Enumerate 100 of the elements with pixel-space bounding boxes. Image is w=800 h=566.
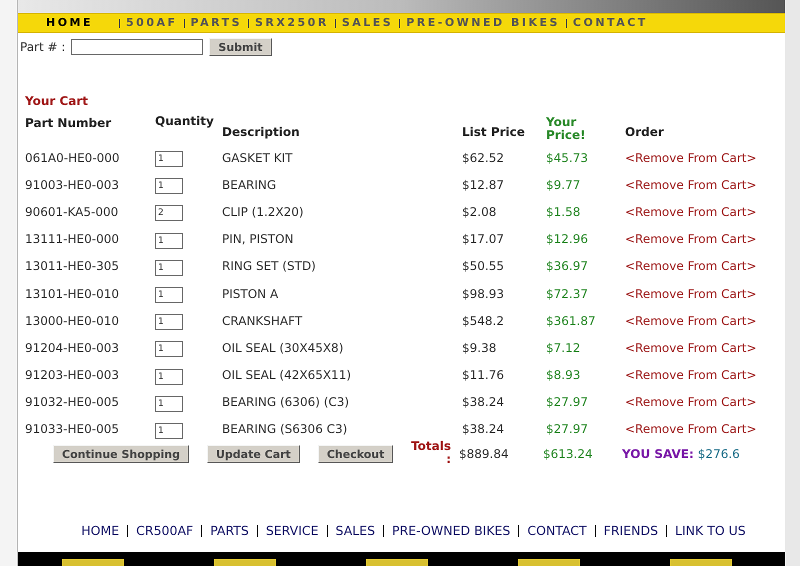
column-header: Part Number xyxy=(25,115,112,132)
part-number-cell-text: 91204-HE0-003 xyxy=(25,340,120,357)
remove-link[interactable]: <Remove From Cart> xyxy=(625,420,757,438)
quantity-field[interactable]: 1 xyxy=(155,178,183,194)
your-price-cell-text: $9.77 xyxy=(546,176,582,194)
list-price-cell-text: $11.76 xyxy=(462,367,505,384)
footer-link[interactable]: SALES xyxy=(336,522,376,541)
footer-link[interactable]: HOME xyxy=(81,522,120,541)
quantity-field[interactable]: 1 xyxy=(155,422,183,439)
list-price-cell-text: $548.2 xyxy=(462,312,505,330)
list-price-cell-text: $98.93 xyxy=(462,286,505,303)
quantity-field[interactable]: 1 xyxy=(155,396,183,412)
list-price-cell-text: $38.24 xyxy=(462,421,505,438)
totals-label: Totals : xyxy=(410,440,452,466)
your-price-cell-text: $72.37 xyxy=(546,286,589,303)
nav-link[interactable]: SALES xyxy=(342,14,394,32)
list-price-cell-text: $50.55 xyxy=(462,258,505,276)
description-cell-text: CLIP (1.2X20) xyxy=(222,204,305,221)
remove-link[interactable]: <Remove From Cart> xyxy=(625,148,757,167)
description-cell-text: PISTON A xyxy=(222,286,280,303)
part-number-cell-text: 91033-HE0-005 xyxy=(25,421,120,438)
footer-link[interactable]: LINK TO US xyxy=(675,522,746,541)
list-price-cell-text: $9.38 xyxy=(462,340,498,357)
description-cell-text: BEARING (6306) (C3) xyxy=(222,394,350,412)
part-number-cell-text: 13101-HE0-010 xyxy=(25,286,120,303)
your-price-cell-text: $8.93 xyxy=(546,367,582,384)
cart-button[interactable]: Checkout xyxy=(318,445,394,464)
your-price-cell-text: $1.58 xyxy=(546,204,582,221)
photo-placeholder xyxy=(670,559,732,566)
description-cell-text: RING SET (STD) xyxy=(222,258,317,276)
part-number-cell-text: 90601-KA5-000 xyxy=(25,204,120,221)
footer-link[interactable]: SERVICE xyxy=(266,522,319,541)
footer-link[interactable]: PARTS xyxy=(210,522,249,541)
column-header: Order xyxy=(625,124,664,141)
remove-link[interactable]: <Remove From Cart> xyxy=(625,176,757,194)
footer-link[interactable]: PRE-OWNED BIKES xyxy=(392,522,510,541)
part-number-cell-text: 13000-HE0-010 xyxy=(25,312,120,330)
remove-link[interactable]: <Remove From Cart> xyxy=(625,230,757,248)
quantity-field[interactable]: 1 xyxy=(155,341,183,358)
your-price-cell-text: $45.73 xyxy=(546,150,589,167)
cart-button[interactable]: Continue Shopping xyxy=(53,445,189,464)
quantity-field[interactable]: 1 xyxy=(155,314,183,330)
list-price-cell-text: $17.07 xyxy=(462,231,505,248)
nav-link[interactable]: HOME xyxy=(46,14,94,32)
savings-label: YOU SAVE: xyxy=(622,446,694,464)
footer-link[interactable]: FRIENDS xyxy=(604,522,658,541)
remove-link[interactable]: <Remove From Cart> xyxy=(625,393,757,412)
submit-button[interactable]: Submit xyxy=(209,38,272,56)
list-price-total: $889.84 xyxy=(459,446,510,464)
part-number-cell-text: 061A0-HE0-000 xyxy=(25,150,121,167)
photo-placeholder xyxy=(518,559,580,566)
list-price-cell-text: $2.08 xyxy=(462,204,498,221)
quantity-field[interactable]: 1 xyxy=(155,368,183,385)
nav-link[interactable]: PARTS xyxy=(190,14,242,32)
description-cell-text: PIN, PISTON xyxy=(222,231,295,248)
nav-link[interactable]: CONTACT xyxy=(572,14,648,32)
remove-link[interactable]: <Remove From Cart> xyxy=(625,366,757,384)
list-price-cell-text: $62.52 xyxy=(462,150,505,167)
cart-title: Your Cart xyxy=(25,93,90,110)
part-number-field[interactable] xyxy=(71,39,204,55)
remove-link[interactable]: <Remove From Cart> xyxy=(625,284,757,303)
nav-link[interactable]: 500AF xyxy=(126,14,178,32)
column-header: Quantity xyxy=(155,113,215,130)
cart-button[interactable]: Update Cart xyxy=(206,445,300,464)
description-cell-text: BEARING xyxy=(222,176,278,194)
remove-link[interactable]: <Remove From Cart> xyxy=(625,202,757,221)
remove-link[interactable]: <Remove From Cart> xyxy=(625,338,757,357)
your-price-cell-text: $36.97 xyxy=(546,258,589,276)
remove-link[interactable]: <Remove From Cart> xyxy=(625,257,757,276)
part-number-cell-text: 91003-HE0-003 xyxy=(25,176,120,194)
your-price-cell-text: $12.96 xyxy=(546,231,589,248)
nav-link[interactable]: PRE-OWNED BIKES xyxy=(406,14,560,32)
description-cell-text: BEARING (S6306 C3) xyxy=(222,421,348,438)
photo-placeholder xyxy=(214,559,276,566)
list-price-cell-text: $38.24 xyxy=(462,394,505,412)
list-price-cell-text: $12.87 xyxy=(462,176,505,194)
photo-placeholder xyxy=(366,559,428,566)
description-cell-text: GASKET KIT xyxy=(222,150,294,167)
photo-placeholder xyxy=(62,559,124,566)
quantity-field[interactable]: 2 xyxy=(155,205,183,222)
remove-link[interactable]: <Remove From Cart> xyxy=(625,312,757,330)
part-number-cell-text: 91203-HE0-003 xyxy=(25,367,120,384)
footer-link[interactable]: CONTACT xyxy=(527,522,587,541)
column-header: Description xyxy=(222,124,301,141)
description-cell-text: CRANKSHAFT xyxy=(222,312,304,330)
quantity-field[interactable]: 1 xyxy=(155,260,183,276)
quantity-field[interactable]: 1 xyxy=(155,151,183,168)
column-header: Your Price! xyxy=(546,116,587,142)
your-price-cell-text: $27.97 xyxy=(546,421,589,438)
nav-link[interactable]: SRX250R xyxy=(255,14,329,32)
your-price-total: $613.24 xyxy=(543,446,594,464)
part-number-cell-text: 13011-HE0-305 xyxy=(25,258,120,276)
description-cell-text: OIL SEAL (30X45X8) xyxy=(222,340,344,357)
quantity-field[interactable]: 1 xyxy=(155,287,183,304)
footer-link[interactable]: CR500AF xyxy=(136,522,194,541)
your-price-cell-text: $361.87 xyxy=(546,312,597,330)
part-number-cell-text: 91032-HE0-005 xyxy=(25,394,120,412)
your-price-cell-text: $7.12 xyxy=(546,340,582,357)
savings-value: $276.6 xyxy=(698,446,740,464)
quantity-field[interactable]: 1 xyxy=(155,232,183,249)
